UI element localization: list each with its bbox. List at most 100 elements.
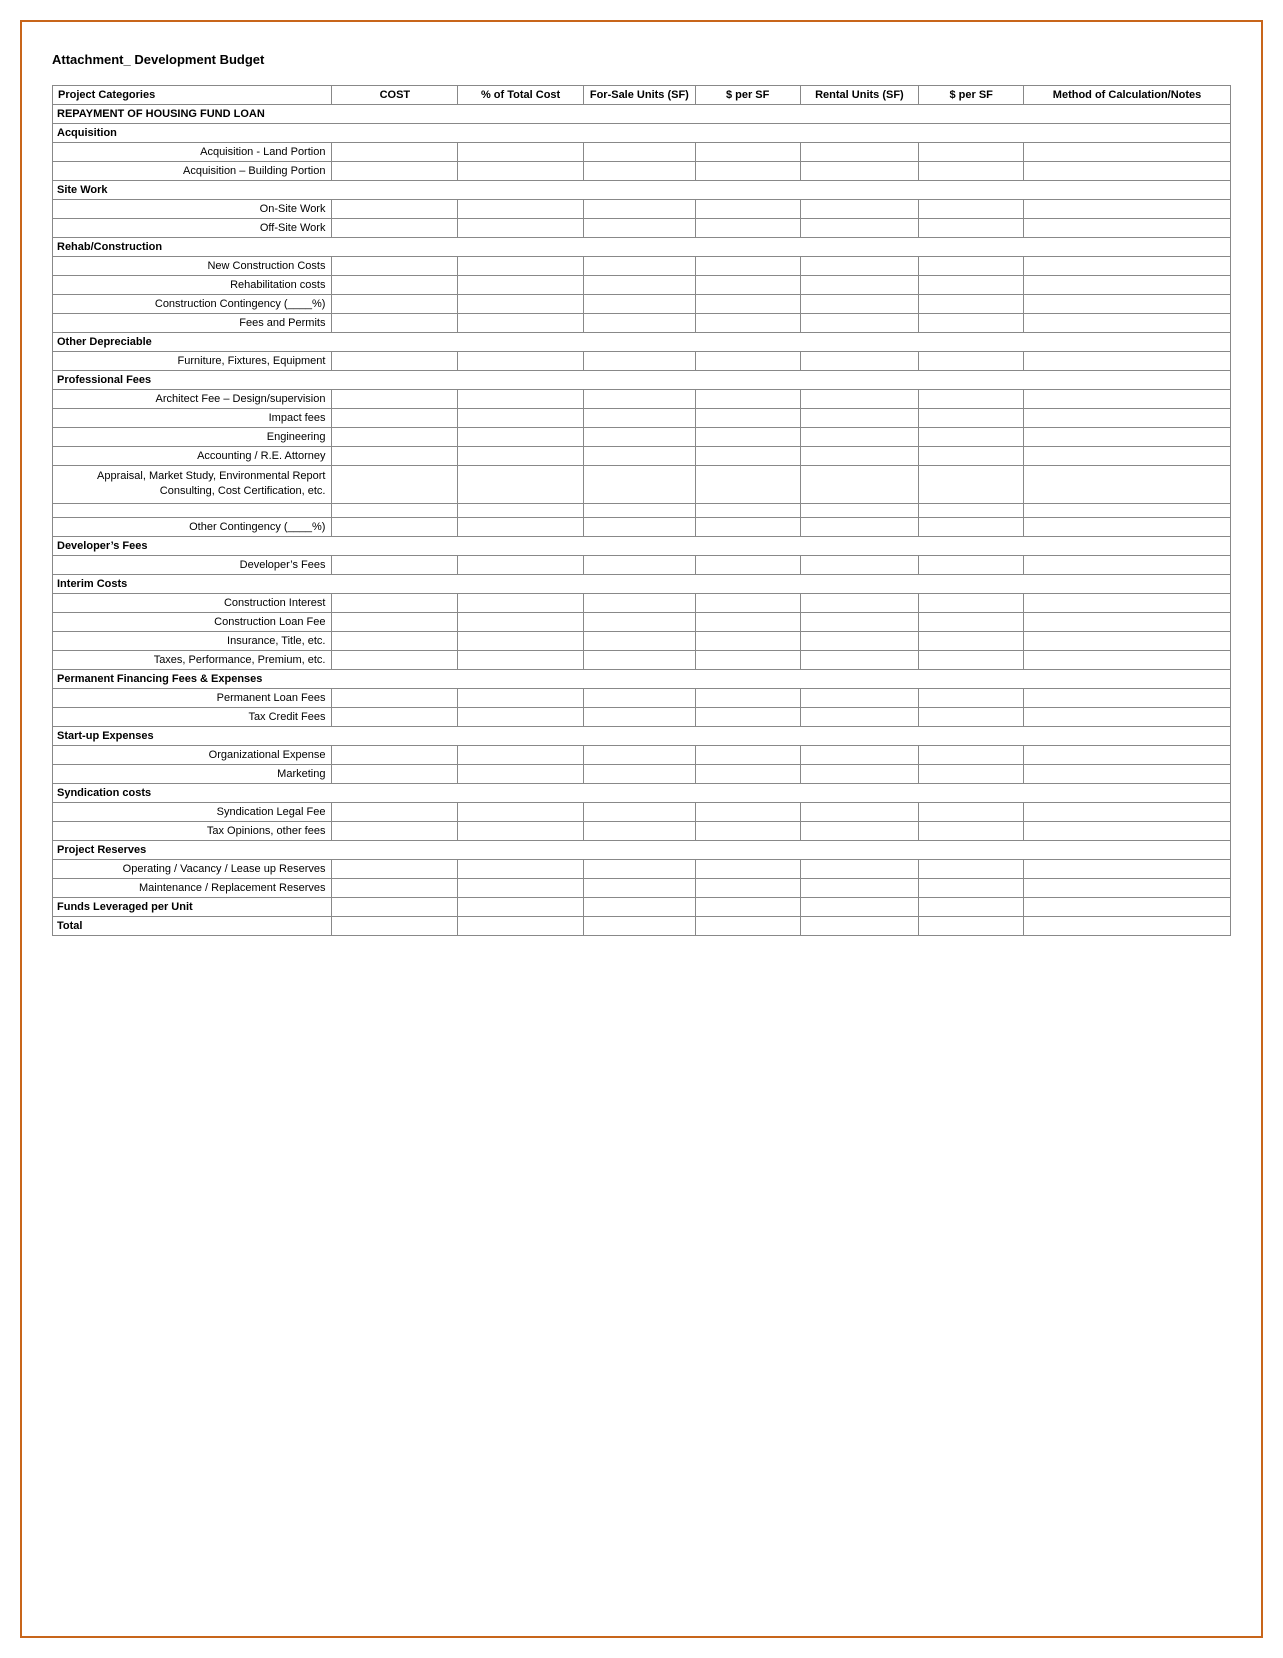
table-cell	[583, 916, 695, 935]
row-label: Fees and Permits	[53, 314, 332, 333]
table-cell	[583, 162, 695, 181]
section-header: Interim Costs	[53, 574, 1231, 593]
table-cell	[695, 162, 800, 181]
empty-cell	[695, 503, 800, 517]
table-cell	[1024, 802, 1231, 821]
table-cell	[458, 428, 584, 447]
table-cell	[458, 409, 584, 428]
table-cell	[919, 555, 1024, 574]
row-label: Construction Loan Fee	[53, 612, 332, 631]
empty-cell	[800, 503, 919, 517]
table-cell	[919, 390, 1024, 409]
table-cell	[800, 219, 919, 238]
table-cell	[1024, 859, 1231, 878]
table-cell	[583, 143, 695, 162]
table-cell	[583, 276, 695, 295]
header-per-sf-1: $ per SF	[695, 86, 800, 105]
row-label: Acquisition - Land Portion	[53, 143, 332, 162]
page: Attachment_ Development Budget Project C…	[20, 20, 1263, 1638]
table-cell	[1024, 688, 1231, 707]
table-cell	[1024, 257, 1231, 276]
table-cell	[1024, 897, 1231, 916]
table-cell	[458, 916, 584, 935]
table-cell	[919, 688, 1024, 707]
table-cell	[458, 162, 584, 181]
table-cell	[583, 517, 695, 536]
table-cell	[695, 707, 800, 726]
table-cell	[458, 764, 584, 783]
table-cell	[583, 821, 695, 840]
table-cell	[1024, 466, 1231, 504]
table-cell	[695, 143, 800, 162]
table-cell	[1024, 219, 1231, 238]
section-header: Permanent Financing Fees & Expenses	[53, 669, 1231, 688]
table-cell	[583, 745, 695, 764]
table-cell	[695, 802, 800, 821]
header-pct-total-cost: % of Total Cost	[458, 86, 584, 105]
table-cell	[1024, 447, 1231, 466]
table-cell	[458, 276, 584, 295]
table-cell	[583, 390, 695, 409]
table-cell	[919, 352, 1024, 371]
table-cell	[919, 821, 1024, 840]
section-header: Developer’s Fees	[53, 536, 1231, 555]
table-cell	[583, 219, 695, 238]
table-cell	[695, 390, 800, 409]
section-header: REPAYMENT OF HOUSING FUND LOAN	[53, 105, 1231, 124]
table-cell	[332, 821, 458, 840]
table-cell	[1024, 745, 1231, 764]
table-cell	[332, 466, 458, 504]
table-cell	[1024, 200, 1231, 219]
table-cell	[332, 612, 458, 631]
table-cell	[800, 650, 919, 669]
row-label: Architect Fee – Design/supervision	[53, 390, 332, 409]
table-cell	[332, 593, 458, 612]
row-label: Operating / Vacancy / Lease up Reserves	[53, 859, 332, 878]
row-label: Other Contingency (____%)	[53, 517, 332, 536]
row-label: Appraisal, Market Study, Environmental R…	[53, 466, 332, 504]
table-cell	[800, 409, 919, 428]
row-label: New Construction Costs	[53, 257, 332, 276]
table-cell	[919, 276, 1024, 295]
table-cell	[458, 200, 584, 219]
bold-row-label: Total	[53, 916, 332, 935]
table-cell	[919, 593, 1024, 612]
table-cell	[332, 802, 458, 821]
table-cell	[583, 295, 695, 314]
section-header: Project Reserves	[53, 840, 1231, 859]
table-cell	[919, 295, 1024, 314]
table-cell	[800, 352, 919, 371]
table-cell	[800, 314, 919, 333]
row-label: Permanent Loan Fees	[53, 688, 332, 707]
table-cell	[458, 631, 584, 650]
table-cell	[919, 707, 1024, 726]
row-label: Marketing	[53, 764, 332, 783]
table-cell	[332, 745, 458, 764]
table-cell	[332, 200, 458, 219]
table-cell	[919, 802, 1024, 821]
table-cell	[695, 688, 800, 707]
table-cell	[332, 447, 458, 466]
table-cell	[695, 631, 800, 650]
table-cell	[583, 764, 695, 783]
empty-cell	[919, 503, 1024, 517]
empty-cell	[1024, 503, 1231, 517]
table-cell	[583, 897, 695, 916]
table-cell	[800, 276, 919, 295]
table-cell	[332, 631, 458, 650]
table-cell	[695, 257, 800, 276]
section-header: Syndication costs	[53, 783, 1231, 802]
table-cell	[1024, 593, 1231, 612]
table-cell	[458, 143, 584, 162]
table-cell	[1024, 916, 1231, 935]
table-cell	[458, 897, 584, 916]
table-cell	[458, 314, 584, 333]
table-cell	[919, 143, 1024, 162]
table-cell	[800, 295, 919, 314]
table-cell	[332, 650, 458, 669]
table-cell	[695, 276, 800, 295]
table-cell	[583, 707, 695, 726]
table-cell	[919, 745, 1024, 764]
table-cell	[332, 428, 458, 447]
table-cell	[919, 219, 1024, 238]
